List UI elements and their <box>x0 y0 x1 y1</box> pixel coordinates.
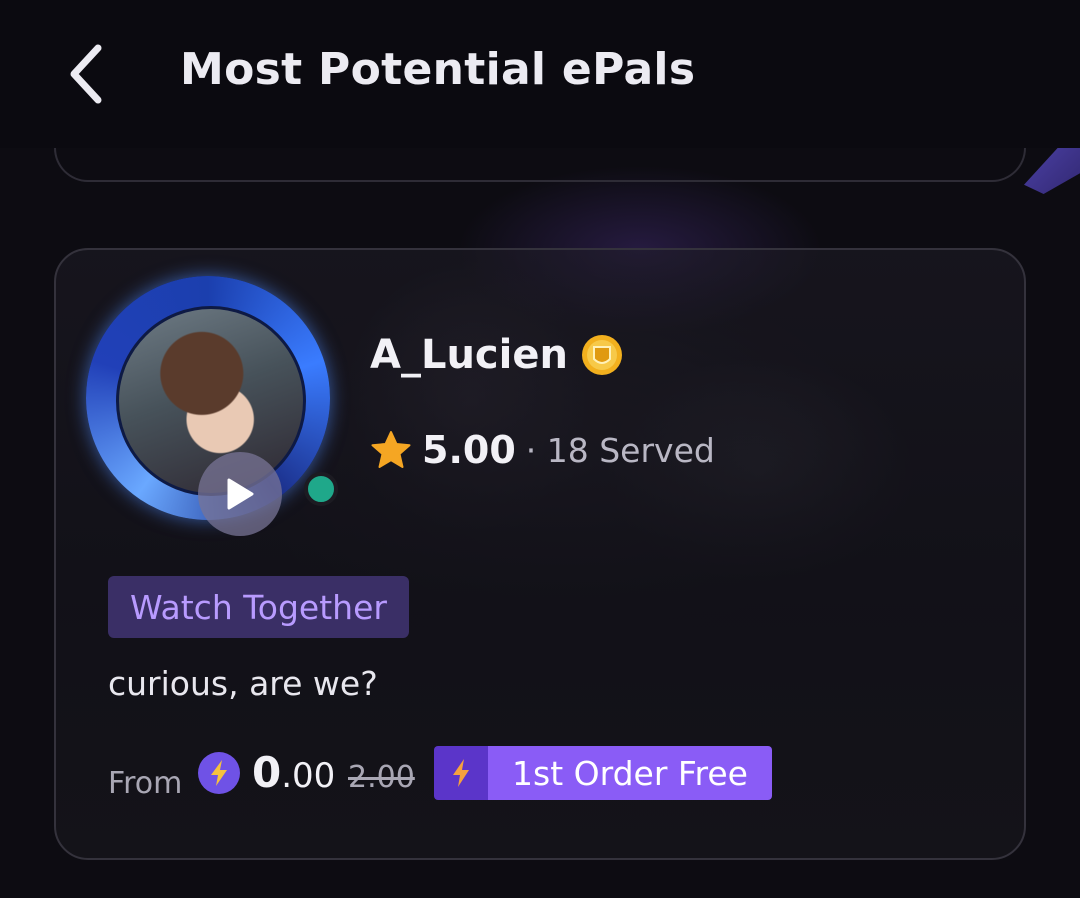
original-price: 2.00 <box>348 760 415 795</box>
back-arrow-icon <box>70 44 102 104</box>
current-price: 0.00 <box>252 748 335 797</box>
voice-play-button[interactable] <box>198 452 282 536</box>
header: Most Potential ePals <box>0 0 1080 148</box>
avatar[interactable] <box>86 276 346 546</box>
rating-value: 5.00 <box>422 428 516 472</box>
promo-label: 1st Order Free <box>488 746 772 800</box>
lightning-icon <box>434 746 488 800</box>
name-row: A_Lucien <box>370 332 624 378</box>
epal-name: A_Lucien <box>370 332 568 378</box>
epal-card[interactable]: A_Lucien 5.00 · 18 Served Watch Together… <box>54 248 1026 860</box>
from-label: From <box>108 766 183 801</box>
play-icon <box>227 478 254 510</box>
online-status-dot <box>304 472 338 506</box>
back-button[interactable] <box>56 38 116 110</box>
lightning-coin-icon <box>198 752 240 794</box>
page: Most Potential ePals A_Lucien 5.00 · 18 … <box>0 0 1080 898</box>
served-count: · 18 Served <box>525 430 715 470</box>
first-order-free-badge: 1st Order Free <box>434 746 772 800</box>
rating-row: 5.00 · 18 Served <box>370 428 715 472</box>
service-tag[interactable]: Watch Together <box>108 576 409 638</box>
star-icon <box>371 431 411 468</box>
epal-bio: curious, are we? <box>108 664 378 703</box>
vip-badge-icon <box>581 335 622 375</box>
price-row: From 0.00 2.00 1st Order Free <box>108 746 968 806</box>
page-title: Most Potential ePals <box>180 44 696 95</box>
price-decimals: .00 <box>281 756 336 796</box>
price-whole: 0 <box>252 748 282 797</box>
